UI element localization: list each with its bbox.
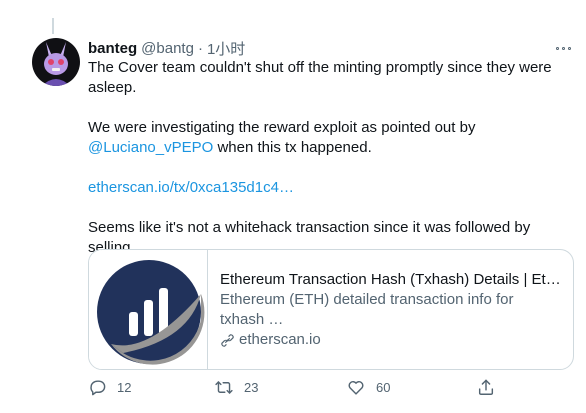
thread-connector-line: [52, 18, 54, 34]
tweet-text-segment: We were investigating the reward exploit…: [88, 119, 476, 136]
header-separator: ·: [197, 39, 203, 57]
tweet-text-segment: when this tx happened.: [213, 139, 372, 156]
link-card-thumbnail: [89, 250, 208, 369]
link-icon: [221, 333, 234, 347]
author-name[interactable]: banteg: [88, 40, 137, 57]
tweet-paragraph: We were investigating the reward exploit…: [88, 118, 578, 158]
etherscan-logo-icon: [97, 260, 205, 365]
retweet-count: 23: [244, 380, 259, 395]
tweet-paragraph: The Cover team couldn't shut off the min…: [88, 59, 552, 96]
reply-button[interactable]: 12: [88, 378, 131, 397]
mention-link[interactable]: @Luciano_vPEPO: [88, 139, 213, 156]
share-button[interactable]: [476, 378, 496, 397]
tweet-timestamp[interactable]: 1小时: [207, 38, 245, 59]
share-icon: [478, 379, 494, 395]
link-card-domain-text: etherscan.io: [239, 331, 321, 348]
reply-icon: [90, 380, 106, 396]
avatar[interactable]: [32, 38, 80, 86]
link-card-text: Ethereum Transaction Hash (Txhash) Detai…: [208, 250, 573, 369]
tweet-actions: 12 23 60: [88, 378, 498, 400]
like-count: 60: [376, 380, 391, 395]
tweet-text: The Cover team couldn't shut off the min…: [88, 58, 578, 258]
link-card-domain: etherscan.io: [220, 330, 561, 350]
tweet-header: banteg @bantg · 1小时: [88, 38, 245, 58]
retweet-button[interactable]: 23: [214, 378, 258, 397]
reply-count: 12: [117, 380, 132, 395]
author-handle[interactable]: @bantg: [141, 40, 194, 57]
etherscan-tx-link[interactable]: etherscan.io/tx/0xca135d1c4…: [88, 179, 294, 196]
link-card-title: Ethereum Transaction Hash (Txhash) Detai…: [220, 271, 561, 288]
retweet-icon: [215, 381, 233, 394]
like-button[interactable]: 60: [346, 378, 390, 397]
link-preview-card[interactable]: Ethereum Transaction Hash (Txhash) Detai…: [88, 249, 574, 370]
more-options-icon[interactable]: [556, 44, 574, 52]
heart-icon: [348, 381, 364, 395]
tweet-paragraph: etherscan.io/tx/0xca135d1c4…: [88, 178, 578, 198]
purple-bunny-avatar-icon: [32, 38, 80, 86]
link-card-description: Ethereum (ETH) detailed transaction info…: [220, 291, 514, 328]
